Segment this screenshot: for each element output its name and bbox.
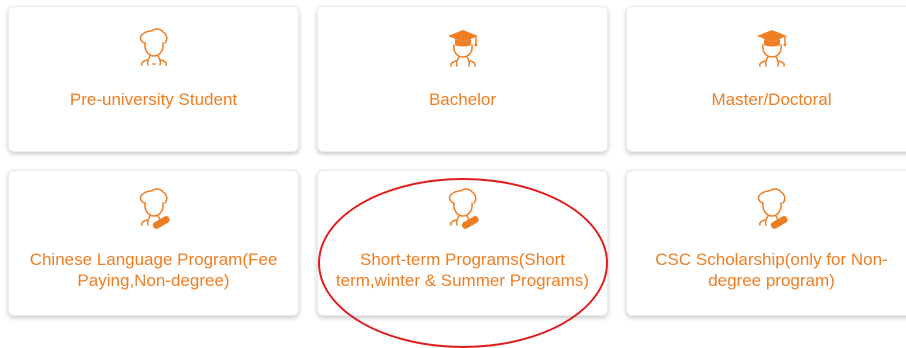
- card-chinese-language-program[interactable]: Chinese Language Program(Fee Paying,Non-…: [8, 170, 299, 316]
- card-label: Chinese Language Program(Fee Paying,Non-…: [29, 250, 278, 290]
- card-master-doctoral[interactable]: Master/Doctoral: [626, 6, 906, 152]
- card-label: Bachelor: [428, 90, 497, 109]
- card-bachelor[interactable]: Bachelor: [317, 6, 608, 152]
- graduate-cap-icon: [754, 23, 790, 69]
- graduate-diploma-icon: [445, 186, 481, 232]
- graduate-cap-icon: [445, 23, 481, 69]
- card-pre-university-student[interactable]: Pre-university Student: [8, 6, 299, 152]
- card-label: CSC Scholarship(only for Non-degree prog…: [655, 250, 888, 290]
- card-label: Master/Doctoral: [711, 90, 832, 109]
- graduate-diploma-icon: [754, 186, 790, 232]
- student-icon: [136, 23, 172, 69]
- card-short-term-programs[interactable]: Short-term Programs(Short term,winter & …: [317, 170, 608, 316]
- card-csc-scholarship[interactable]: CSC Scholarship(only for Non-degree prog…: [626, 170, 906, 316]
- card-label: Pre-university Student: [69, 90, 238, 109]
- card-label: Short-term Programs(Short term,winter & …: [335, 250, 590, 290]
- graduate-diploma-icon: [136, 186, 172, 232]
